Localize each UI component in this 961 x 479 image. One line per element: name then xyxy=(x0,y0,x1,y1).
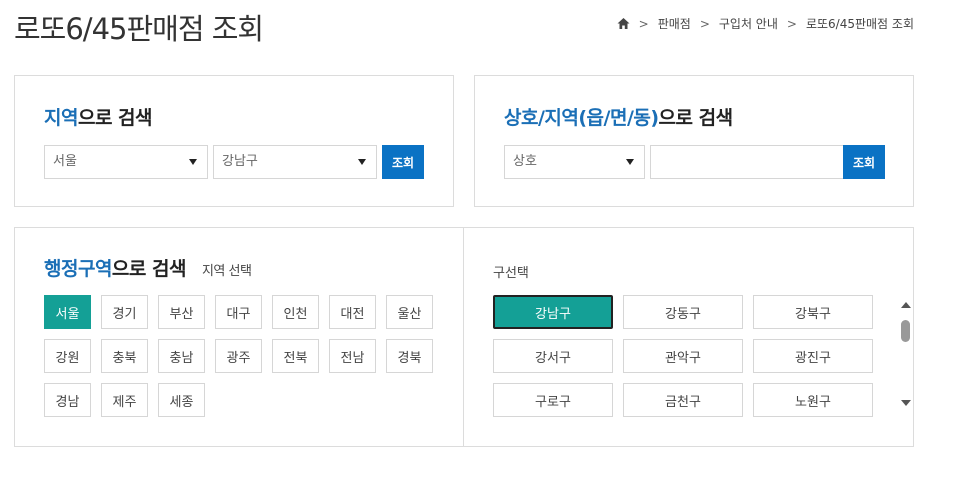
region-search-panel: 지역으로 검색 서울 강남구 조회 xyxy=(14,75,454,207)
region-button-daejeon[interactable]: 대전 xyxy=(329,295,376,329)
scroll-up-arrow-icon[interactable] xyxy=(901,302,911,308)
breadcrumb-item-store[interactable]: 판매점 xyxy=(658,15,691,32)
region-button-jeonnam[interactable]: 전남 xyxy=(329,339,376,373)
home-icon[interactable] xyxy=(617,17,630,30)
region-button-jeonbuk[interactable]: 전북 xyxy=(272,339,319,373)
scroll-down-arrow-icon[interactable] xyxy=(901,400,911,406)
region-button-ulsan[interactable]: 울산 xyxy=(386,295,433,329)
region-button-gwangju[interactable]: 광주 xyxy=(215,339,262,373)
search-type-select[interactable]: 상호 xyxy=(504,145,645,179)
district-button-gwangjin[interactable]: 광진구 xyxy=(753,339,873,373)
district-button-nowon[interactable]: 노원구 xyxy=(753,383,873,417)
page-title: 로또6/45판매점 조회 xyxy=(14,12,264,46)
city-select-value: 서울 xyxy=(53,154,77,169)
region-button-jeju[interactable]: 제주 xyxy=(101,383,148,417)
name-search-heading: 상호/지역(읍/면/동)으로 검색 xyxy=(504,107,733,129)
search-type-value: 상호 xyxy=(513,154,537,169)
name-search-panel: 상호/지역(읍/면/동)으로 검색 상호 조회 xyxy=(474,75,914,207)
region-button-gyeongnam[interactable]: 경남 xyxy=(44,383,91,417)
keyword-input[interactable] xyxy=(650,145,844,179)
region-button-busan[interactable]: 부산 xyxy=(158,295,205,329)
breadcrumb-item-purchase-guide[interactable]: 구입처 안내 xyxy=(719,15,778,32)
chevron-right-icon: > xyxy=(638,16,649,31)
dropdown-arrow-icon xyxy=(626,159,634,165)
region-button-gangwon[interactable]: 강원 xyxy=(44,339,91,373)
district-button-gangbuk[interactable]: 강북구 xyxy=(753,295,873,329)
region-search-heading: 지역으로 검색 xyxy=(44,107,153,129)
region-button-seoul[interactable]: 서울 xyxy=(44,295,91,329)
district-scrollbar[interactable] xyxy=(899,300,913,412)
admin-search-panel: 행정구역으로 검색 지역 선택 서울 경기 부산 대구 인천 대전 울산 강원 충… xyxy=(14,227,914,447)
region-select-label: 지역 선택 xyxy=(201,264,252,279)
breadcrumb-item-current[interactable]: 로또6/45판매점 조회 xyxy=(806,15,914,32)
city-select[interactable]: 서울 xyxy=(44,145,208,179)
region-button-sejong[interactable]: 세종 xyxy=(158,383,205,417)
region-button-incheon[interactable]: 인천 xyxy=(272,295,319,329)
chevron-right-icon: > xyxy=(699,16,710,31)
district-select-value: 강남구 xyxy=(222,154,258,169)
district-button-gangdong[interactable]: 강동구 xyxy=(623,295,743,329)
dropdown-arrow-icon xyxy=(358,159,366,165)
district-button-guro[interactable]: 구로구 xyxy=(493,383,613,417)
region-button-gyeonggi[interactable]: 경기 xyxy=(101,295,148,329)
district-button-gangnam[interactable]: 강남구 xyxy=(493,295,613,329)
admin-search-heading: 행정구역으로 검색 지역 선택 xyxy=(44,258,252,280)
district-button-geumcheon[interactable]: 금천구 xyxy=(623,383,743,417)
district-button-gwanak[interactable]: 관악구 xyxy=(623,339,743,373)
region-search-button[interactable]: 조회 xyxy=(382,145,424,179)
breadcrumb: > 판매점 > 구입처 안내 > 로또6/45판매점 조회 xyxy=(617,15,914,32)
region-button-chungbuk[interactable]: 충북 xyxy=(101,339,148,373)
region-button-daegu[interactable]: 대구 xyxy=(215,295,262,329)
scroll-thumb[interactable] xyxy=(901,320,910,342)
district-select[interactable]: 강남구 xyxy=(213,145,377,179)
region-button-chungnam[interactable]: 충남 xyxy=(158,339,205,373)
dropdown-arrow-icon xyxy=(189,159,197,165)
region-selector: 행정구역으로 검색 지역 선택 서울 경기 부산 대구 인천 대전 울산 강원 충… xyxy=(15,228,464,446)
region-button-gyeongbuk[interactable]: 경북 xyxy=(386,339,433,373)
name-search-button[interactable]: 조회 xyxy=(843,145,885,179)
district-button-gangseo[interactable]: 강서구 xyxy=(493,339,613,373)
chevron-right-icon: > xyxy=(786,16,797,31)
district-select-label: 구선택 xyxy=(493,266,529,281)
